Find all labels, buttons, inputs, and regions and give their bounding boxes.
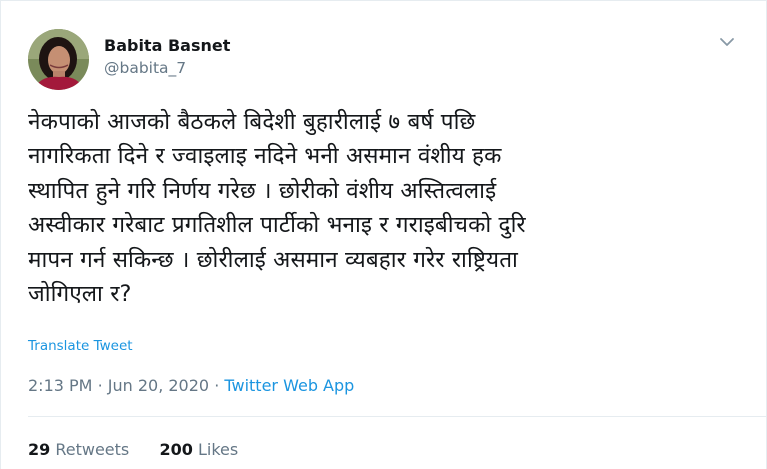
- retweets-label: Retweets: [55, 440, 130, 459]
- likes-stat[interactable]: 200 Likes: [159, 440, 238, 459]
- tweet-time[interactable]: 2:13 PM: [28, 376, 92, 395]
- avatar[interactable]: [28, 29, 89, 90]
- meta-separator: ·: [214, 376, 220, 395]
- tweet-text: नेकपाको आजको बैठकले बिदेशी बुहारीलाई ७ ब…: [28, 105, 748, 311]
- translate-tweet-link[interactable]: Translate Tweet: [28, 338, 133, 354]
- tweet-card: Babita Basnet @babita_7 नेकपाको आजको बैठ…: [0, 0, 767, 469]
- author-handle[interactable]: @babita_7: [104, 59, 186, 77]
- tweet-date[interactable]: Jun 20, 2020: [108, 376, 209, 395]
- tweet-line: नेकपाको आजको बैठकले बिदेशी बुहारीलाई ७ ब…: [28, 109, 476, 135]
- retweets-stat[interactable]: 29 Retweets: [28, 440, 134, 459]
- tweet-meta: 2:13 PM · Jun 20, 2020 · Twitter Web App: [28, 376, 354, 395]
- tweet-line: स्थापित हुने गरि निर्णय गरेछ । छोरीको वं…: [28, 177, 497, 204]
- meta-separator: ·: [97, 376, 103, 395]
- chevron-down-icon[interactable]: [717, 32, 737, 52]
- tweet-line: अस्वीकार गरेबाट प्रगतिशील पार्टीको भनाइ …: [28, 212, 526, 239]
- divider: [28, 416, 766, 417]
- retweets-count: 29: [28, 440, 51, 459]
- tweet-stats: 29 Retweets 200 Likes: [28, 440, 238, 459]
- tweet-line: मापन गर्न सकिन्छ । छोरीलाई असमान व्यबहार…: [28, 246, 518, 273]
- tweet-line: नागरिकता दिने र ज्वाइलाइ नदिने भनी असमान…: [28, 143, 502, 170]
- source-app-link[interactable]: Twitter Web App: [224, 376, 354, 395]
- tweet-line: जोगिएला र?: [28, 281, 132, 308]
- author-name[interactable]: Babita Basnet: [104, 36, 230, 55]
- likes-count: 200: [159, 440, 193, 459]
- likes-label: Likes: [197, 440, 239, 459]
- avatar-photo-icon: [28, 29, 89, 90]
